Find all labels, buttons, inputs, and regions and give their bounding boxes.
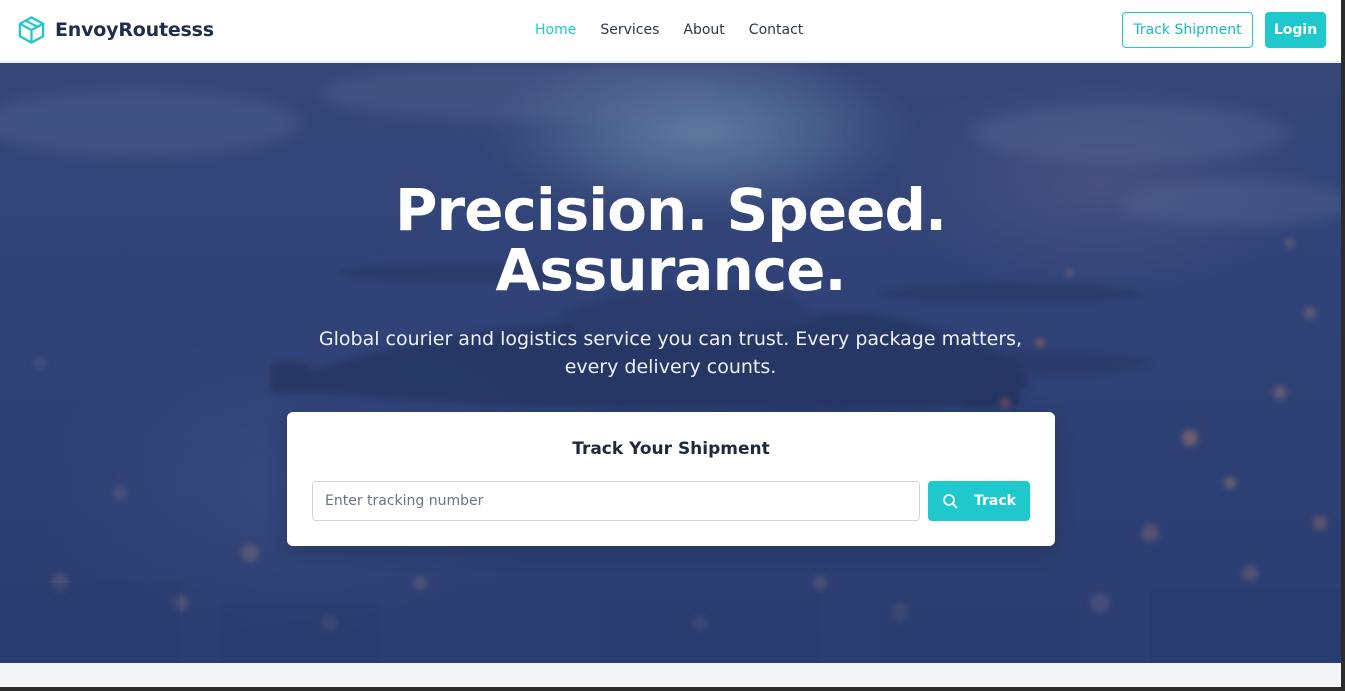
brand-name: EnvoyRoutesss (55, 19, 214, 41)
tracking-card: Track Your Shipment Track (287, 412, 1055, 546)
nav-link-contact[interactable]: Contact (749, 22, 803, 38)
track-button[interactable]: Track (928, 481, 1030, 521)
brand-logo-link[interactable]: EnvoyRoutesss (17, 14, 214, 46)
login-button[interactable]: Login (1265, 12, 1326, 48)
hero-section: Precision. Speed. Assurance. Global cour… (0, 63, 1341, 663)
main-nav: Home Services About Contact (535, 20, 803, 40)
hero-subtitle: Global courier and logistics service you… (318, 328, 1023, 378)
hero-title: Precision. Speed. Assurance. (0, 180, 1341, 300)
package-box-icon (18, 16, 45, 44)
nav-link-about[interactable]: About (683, 22, 724, 38)
track-button-label: Track (974, 493, 1016, 509)
track-shipment-button[interactable]: Track Shipment (1122, 12, 1253, 48)
next-section-strip (0, 663, 1341, 687)
search-icon (943, 494, 958, 509)
tracking-card-title: Track Your Shipment (572, 439, 770, 459)
hero-title-line-1: Precision. Speed. (395, 176, 947, 244)
nav-link-services[interactable]: Services (600, 22, 659, 38)
navbar: EnvoyRoutesss Home Services About Contac… (0, 0, 1341, 62)
nav-link-home[interactable]: Home (535, 22, 576, 38)
tracking-number-input[interactable] (312, 481, 920, 521)
hero-title-line-2: Assurance. (495, 236, 846, 304)
app-frame: EnvoyRoutesss Home Services About Contac… (0, 0, 1341, 687)
